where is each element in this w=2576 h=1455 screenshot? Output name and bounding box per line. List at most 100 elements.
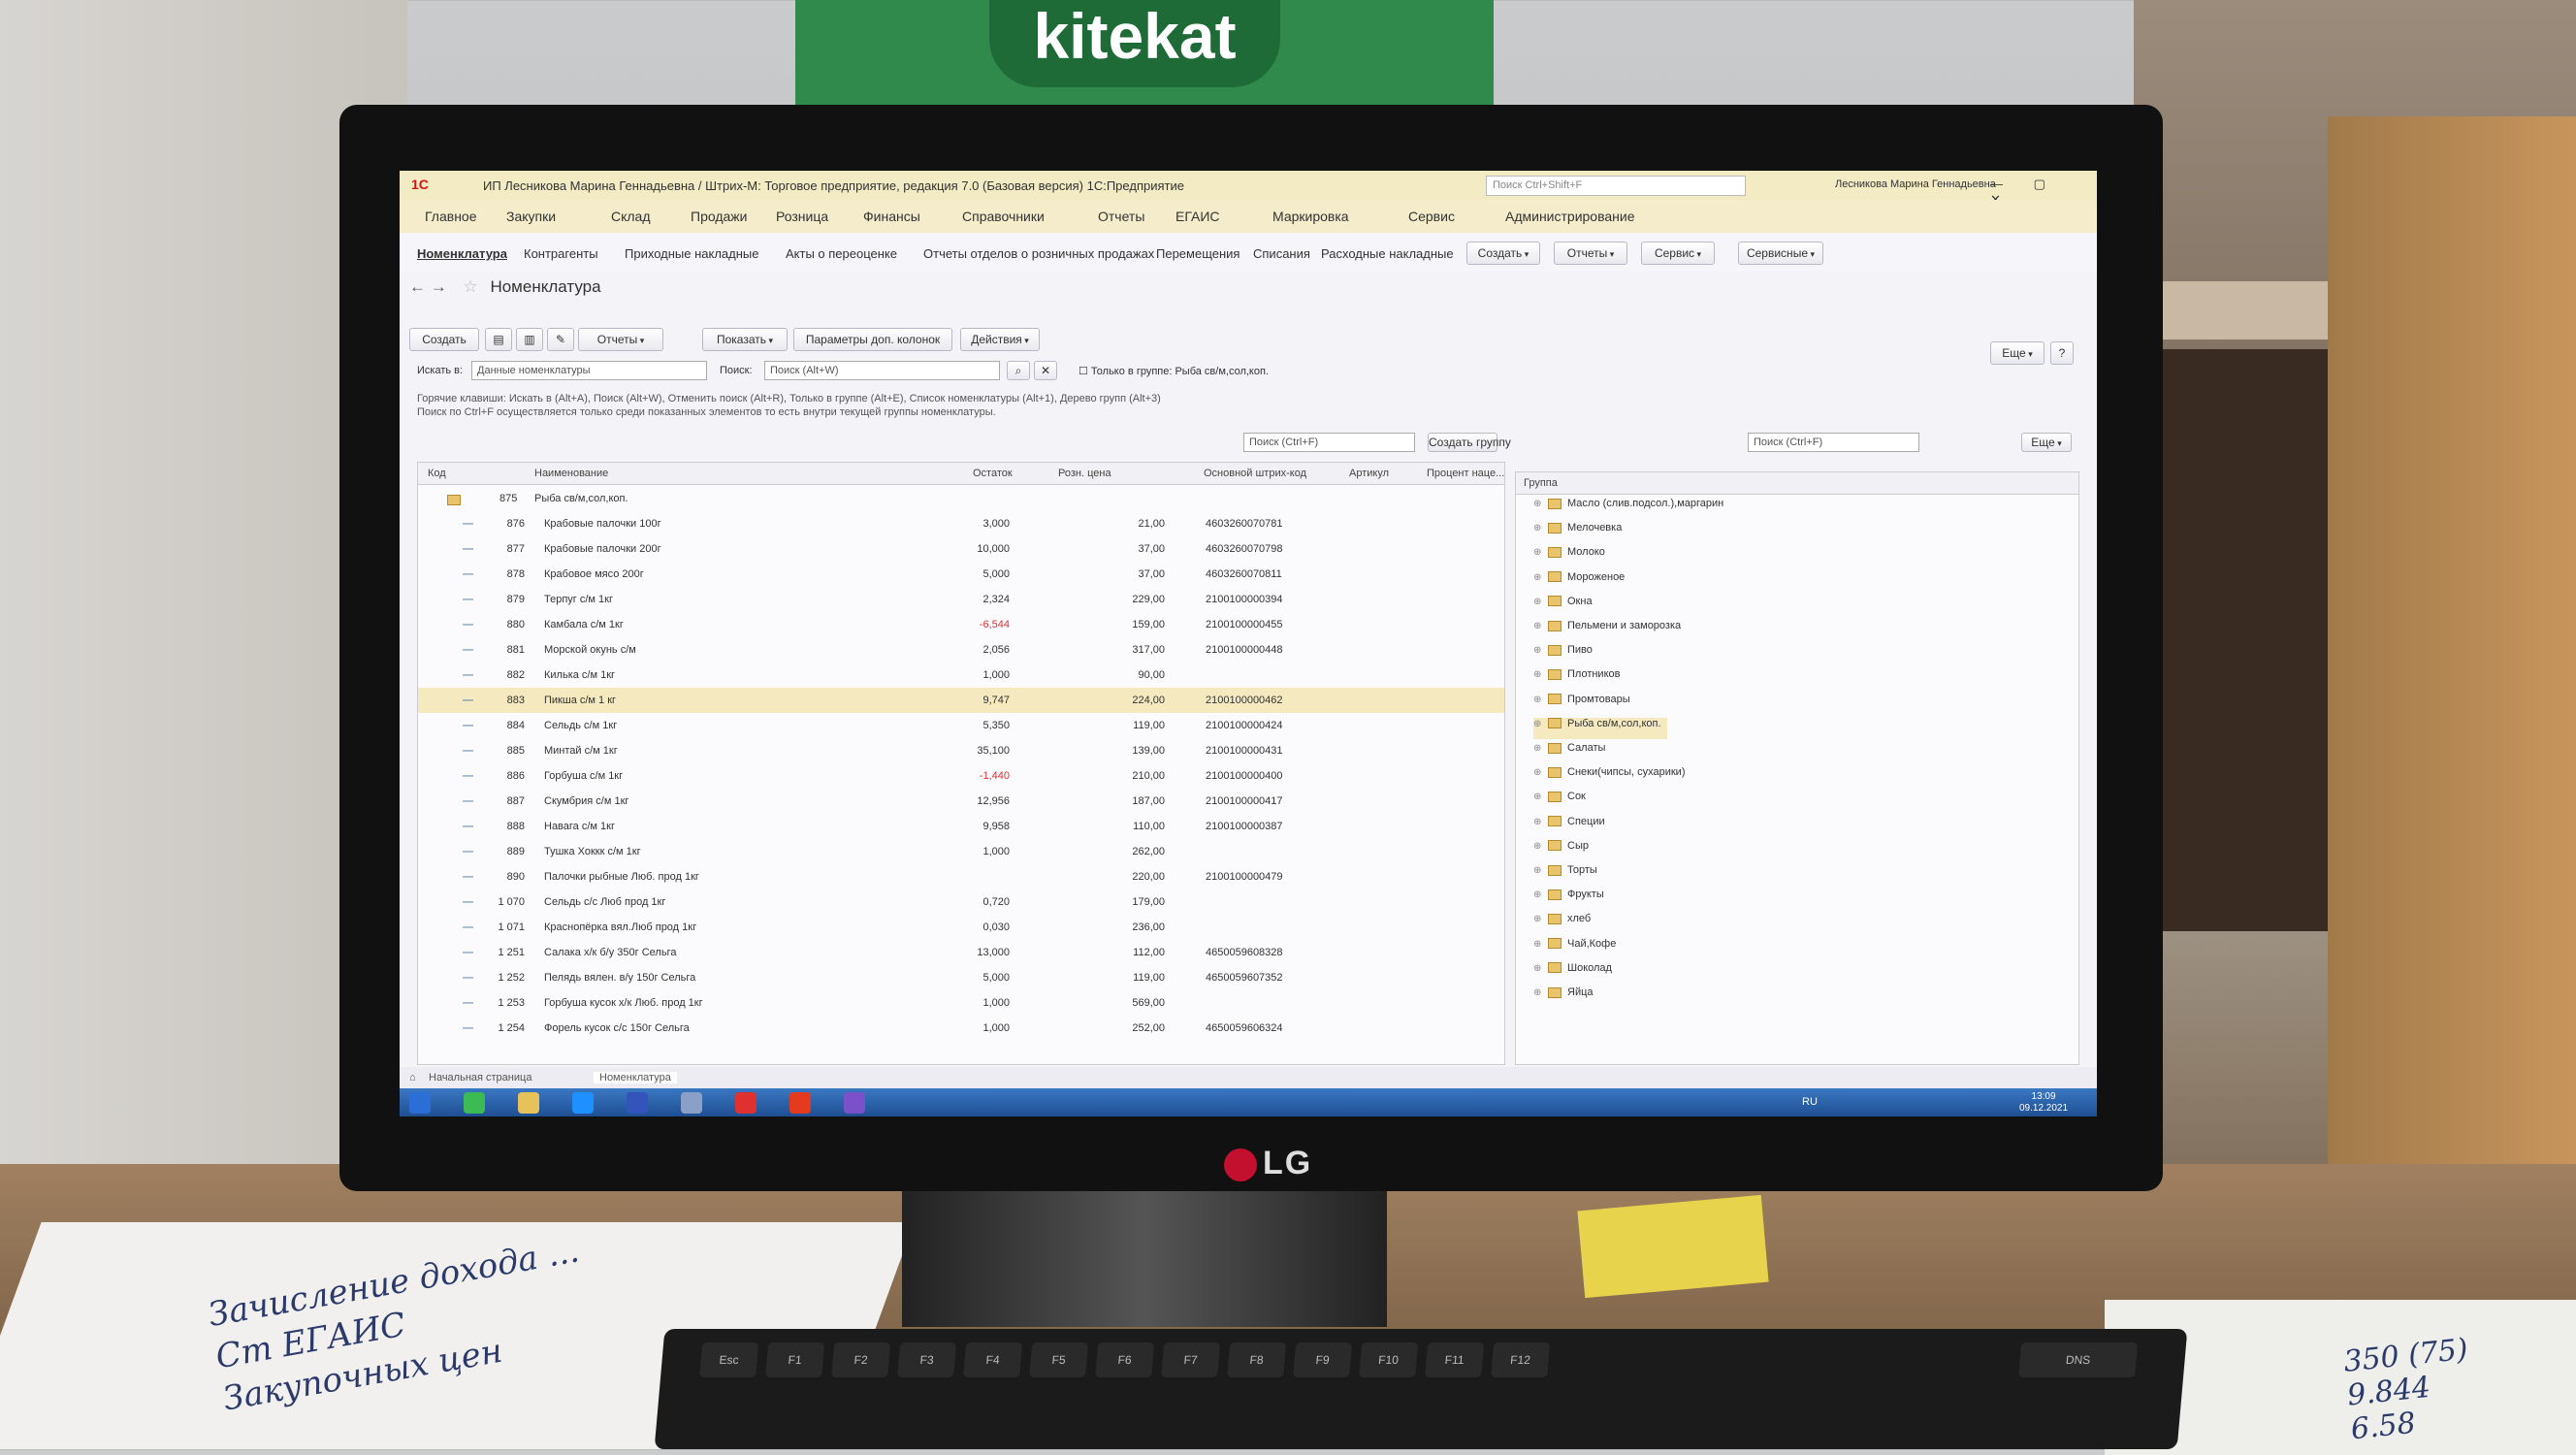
section-5[interactable]: Перемещения [1156,246,1240,261]
clear-search-icon[interactable]: ✕ [1034,361,1057,380]
table-row[interactable]: —890 Палочки рыбные Люб. прод 1кг 220,00 21… [418,864,1504,889]
section-button-2[interactable]: Сервис [1641,242,1715,265]
menu-10[interactable]: Сервис [1408,209,1455,224]
create-button[interactable]: Создать [409,328,479,351]
section-0[interactable]: Номенклатура [417,246,507,261]
section-6[interactable]: Списания [1253,246,1310,261]
table-row[interactable]: —887 Скумбрия с/м 1кг 12,956 187,00 21001000… [418,789,1504,814]
tree-item[interactable]: ⊕ Пельмени и заморозка [1533,620,1681,641]
menu-11[interactable]: Администрирование [1505,209,1635,224]
home-icon[interactable]: ⌂ [409,1072,416,1083]
column-header-2[interactable]: Остаток [973,468,1013,479]
language-indicator[interactable]: RU [1802,1096,1818,1108]
tree-search-input[interactable]: Поиск (Ctrl+F) [1748,433,1919,452]
section-button-1[interactable]: Отчеты [1554,242,1627,265]
global-search-input[interactable]: Поиск Ctrl+Shift+F [1486,176,1746,196]
expand-icon[interactable]: ⊕ [1533,645,1542,656]
table-row[interactable]: —886 Горбуша с/м 1кг -1,440 210,00 210010000… [418,763,1504,789]
menu-9[interactable]: Маркировка [1272,209,1349,224]
menu-8[interactable]: ЕГАИС [1175,209,1220,224]
expand-icon[interactable]: ⊕ [1533,889,1542,900]
section-1[interactable]: Контрагенты [524,246,598,261]
table-row-group[interactable]: 875 Рыба св/м,сол,коп. [418,486,1504,511]
taskbar-app-icon[interactable] [789,1092,811,1114]
expand-icon[interactable]: ⊕ [1533,597,1542,607]
menu-1[interactable]: Закупки [506,209,556,224]
table-row[interactable]: —878 Крабовое мясо 200г 5,000 37,00 46032600… [418,562,1504,587]
group-only-checkbox[interactable]: ☐ Только в группе: Рыба св/м,сол,коп. [1079,365,1269,377]
taskbar-app-icon[interactable] [572,1092,594,1114]
tree-item[interactable]: ⊕ Промтовары [1533,694,1630,715]
table-row[interactable]: —1 071 Краснопёрка вял.Люб прод 1кг 0,030 2… [418,915,1504,940]
back-arrow-icon[interactable]: ← → [409,277,447,296]
search-input[interactable]: Поиск (Alt+W) [764,361,1000,380]
column-header-1[interactable]: Наименование [534,468,608,479]
menu-6[interactable]: Справочники [962,209,1045,224]
taskbar-app-icon[interactable] [464,1092,485,1114]
table-row[interactable]: —1 252 Пелядь вялен. в/у 150г Сельга 5,000… [418,965,1504,990]
expand-icon[interactable]: ⊕ [1533,695,1542,705]
taskbar-clock[interactable]: 13:09 09.12.2021 [2019,1091,2068,1115]
table-row[interactable]: —1 254 Форель кусок с/с 150г Сельга 1,000 2… [418,1016,1504,1041]
table-row[interactable]: —877 Крабовые палочки 200г 10,000 37,00 4603… [418,536,1504,562]
table-row[interactable]: —879 Терпуг с/м 1кг 2,324 229,00 21001000003… [418,587,1504,612]
section-4[interactable]: Отчеты отделов о розничных продажах [923,246,1154,261]
menu-2[interactable]: Склад [611,209,651,224]
menu-4[interactable]: Розница [776,209,828,224]
expand-icon[interactable]: ⊕ [1533,719,1542,729]
tree-item[interactable]: ⊕ Мелочевка [1533,522,1622,543]
expand-icon[interactable]: ⊕ [1533,817,1542,827]
tree-more-button[interactable]: Еще [2021,433,2072,452]
table-row[interactable]: —889 Тушка Хоккк с/м 1кг 1,000 262,00 [418,839,1504,864]
tree-item[interactable]: ⊕ Плотников [1533,668,1620,690]
expand-icon[interactable]: ⊕ [1533,865,1542,876]
menu-7[interactable]: Отчеты [1098,209,1144,224]
tree-item[interactable]: ⊕ Шоколад [1533,962,1612,984]
section-3[interactable]: Акты о переоценке [786,246,897,261]
expand-icon[interactable]: ⊕ [1533,767,1542,778]
tab-nomenclature[interactable]: Номенклатура [594,1072,677,1083]
reports-button[interactable]: Отчеты [578,328,663,351]
tree-item[interactable]: ⊕ Сок [1533,791,1586,812]
tree-item[interactable]: ⊕ Торты [1533,864,1597,886]
column-header-4[interactable]: Основной штрих-код [1204,468,1306,479]
expand-icon[interactable]: ⊕ [1533,792,1542,802]
tree-item[interactable]: ⊕ Молоко [1533,546,1605,567]
table-row[interactable]: —1 070 Сельдь с/с Люб прод 1кг 0,720 179,00 [418,889,1504,915]
tree-item[interactable]: ⊕ Специи [1533,816,1605,837]
column-header-6[interactable]: Процент наце... [1427,468,1504,479]
copy-icon[interactable]: ▤ [485,328,512,351]
expand-icon[interactable]: ⊕ [1533,841,1542,852]
delete-icon[interactable]: ▥ [516,328,543,351]
menu-3[interactable]: Продажи [691,209,747,224]
column-params-button[interactable]: Параметры доп. колонок [793,328,952,351]
table-row[interactable]: —880 Камбала с/м 1кг -6,544 159,00 210010000… [418,612,1504,637]
edit-icon[interactable]: ✎ [547,328,574,351]
expand-icon[interactable]: ⊕ [1533,914,1542,924]
tree-item[interactable]: ⊕ Окна [1533,596,1593,617]
star-icon[interactable]: ☆ [463,277,477,296]
actions-button[interactable]: Действия [960,328,1040,351]
tree-item[interactable]: ⊕ Масло (слив.подсол.),маргарин [1533,498,1723,519]
expand-icon[interactable]: ⊕ [1533,939,1542,950]
expand-icon[interactable]: ⊕ [1533,963,1542,974]
tree-item[interactable]: ⊕ Мороженое [1533,571,1625,593]
menu-0[interactable]: Главное [425,209,477,224]
search-in-select[interactable]: Данные номенклатуры [471,361,707,380]
section-button-3[interactable]: Сервисные [1738,242,1823,265]
tree-item[interactable]: ⊕ Салаты [1533,742,1605,763]
column-header-3[interactable]: Розн. цена [1058,468,1111,479]
create-group-button[interactable]: Создать группу [1428,433,1511,452]
search-icon[interactable]: ⌕ [1007,361,1030,380]
tree-item[interactable]: ⊕ Рыба св/м,сол,коп. [1533,717,1667,739]
taskbar-app-icon[interactable] [681,1092,702,1114]
tree-item[interactable]: ⊕ Снеки(чипсы, сухарики) [1533,766,1685,788]
taskbar-app-icon[interactable] [409,1092,431,1114]
expand-icon[interactable]: ⊕ [1533,499,1542,509]
expand-icon[interactable]: ⊕ [1533,523,1542,534]
section-2[interactable]: Приходные накладные [625,246,758,261]
tab-start-page[interactable]: Начальная страница [429,1072,531,1083]
section-button-0[interactable]: Создать [1466,242,1540,265]
tree-item[interactable]: ⊕ хлеб [1533,913,1591,934]
more-button[interactable]: Еще [1990,341,2045,365]
